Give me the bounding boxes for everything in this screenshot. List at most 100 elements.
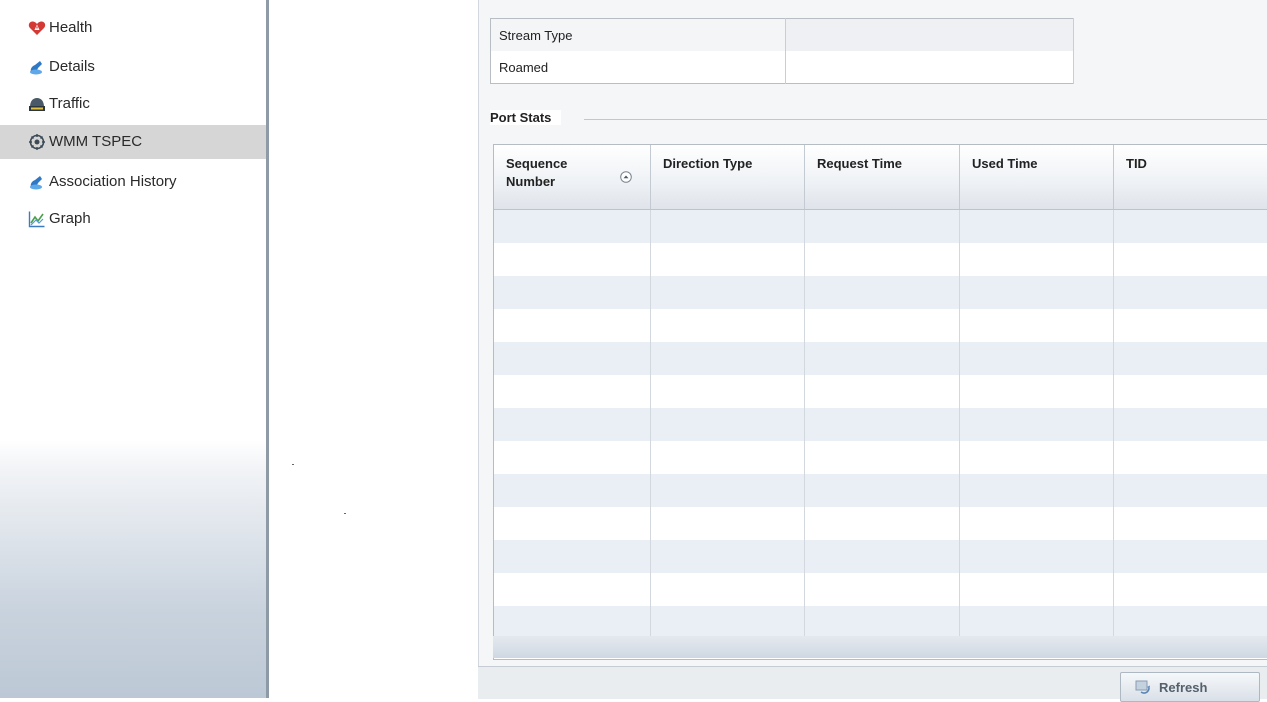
sort-ascending-icon[interactable] xyxy=(620,171,632,183)
column-header-sequence-number[interactable]: Sequence Number xyxy=(494,145,651,209)
table-cell xyxy=(651,540,805,573)
sidebar-nav: Health Details Traffic WMM TSPEC Associa… xyxy=(0,0,269,698)
empty-table-row xyxy=(494,243,1267,276)
table-cell xyxy=(651,342,805,375)
column-header-tid[interactable]: TID xyxy=(1114,145,1267,209)
grid-scroll-area xyxy=(493,636,1267,658)
column-header-direction-type[interactable]: Direction Type xyxy=(651,145,805,209)
sidebar-item-label: Health xyxy=(49,19,93,36)
refresh-label: Refresh xyxy=(1159,679,1208,695)
port-stats-grid: Sequence Number Direction Type Request T… xyxy=(493,144,1267,660)
artifact-dot xyxy=(292,464,294,465)
sidebar-item-details[interactable]: Details xyxy=(28,53,95,81)
table-cell xyxy=(805,276,960,309)
association-history-icon xyxy=(28,173,46,191)
traffic-icon xyxy=(28,95,46,113)
table-cell xyxy=(1114,210,1267,243)
sidebar-item-association-history[interactable]: Association History xyxy=(28,168,177,196)
info-label: Stream Type xyxy=(490,18,786,51)
port-stats-title: Port Stats xyxy=(490,110,562,125)
table-cell xyxy=(494,507,651,540)
table-cell xyxy=(960,474,1114,507)
sidebar-item-label: WMM TSPEC xyxy=(49,133,143,150)
table-cell xyxy=(651,606,805,639)
info-value xyxy=(785,51,1074,84)
empty-table-row xyxy=(494,573,1267,606)
empty-table-row xyxy=(494,540,1267,573)
table-cell xyxy=(805,243,960,276)
refresh-icon xyxy=(1135,679,1151,695)
column-header-request-time[interactable]: Request Time xyxy=(805,145,960,209)
table-cell xyxy=(1114,573,1267,606)
details-icon xyxy=(28,58,46,76)
table-cell xyxy=(494,408,651,441)
table-cell xyxy=(805,309,960,342)
table-cell xyxy=(1114,342,1267,375)
table-cell xyxy=(1114,243,1267,276)
sidebar-item-label: Graph xyxy=(49,210,91,227)
table-cell xyxy=(494,474,651,507)
artifact-dot xyxy=(344,513,346,514)
column-header-label: Sequence Number xyxy=(506,156,568,189)
table-cell xyxy=(805,210,960,243)
table-cell xyxy=(651,243,805,276)
table-cell xyxy=(805,375,960,408)
empty-table-row xyxy=(494,375,1267,408)
graph-icon xyxy=(28,210,46,228)
table-cell xyxy=(494,243,651,276)
empty-table-row xyxy=(494,441,1267,474)
table-cell xyxy=(651,573,805,606)
table-cell xyxy=(651,210,805,243)
info-label: Roamed xyxy=(490,51,786,84)
table-cell xyxy=(1114,441,1267,474)
empty-table-row xyxy=(494,606,1267,639)
sidebar-item-health[interactable]: Health xyxy=(28,14,92,42)
sidebar-item-traffic[interactable]: Traffic xyxy=(28,90,90,118)
table-cell xyxy=(651,441,805,474)
table-cell xyxy=(651,375,805,408)
empty-table-row xyxy=(494,210,1267,243)
table-cell xyxy=(494,573,651,606)
sidebar-item-wmm-tspec[interactable]: WMM TSPEC xyxy=(0,125,266,159)
table-cell xyxy=(1114,375,1267,408)
wmm-tspec-icon xyxy=(28,133,46,151)
table-cell xyxy=(960,441,1114,474)
table-cell xyxy=(960,606,1114,639)
section-divider xyxy=(584,119,1267,120)
empty-table-row xyxy=(494,342,1267,375)
table-cell xyxy=(805,408,960,441)
table-cell xyxy=(651,474,805,507)
table-cell xyxy=(494,309,651,342)
table-cell xyxy=(494,441,651,474)
table-cell xyxy=(960,210,1114,243)
table-cell xyxy=(960,540,1114,573)
table-cell xyxy=(805,540,960,573)
table-cell xyxy=(960,276,1114,309)
sidebar-item-label: Traffic xyxy=(49,95,90,112)
sidebar-item-graph[interactable]: Graph xyxy=(28,205,91,233)
empty-table-row xyxy=(494,507,1267,540)
table-cell xyxy=(805,606,960,639)
table-cell xyxy=(1114,540,1267,573)
table-cell xyxy=(1114,606,1267,639)
empty-table-row xyxy=(494,408,1267,441)
stream-info-table: Stream Type Roamed xyxy=(490,18,1074,84)
table-cell xyxy=(1114,408,1267,441)
table-cell xyxy=(651,408,805,441)
empty-table-row xyxy=(494,474,1267,507)
table-cell xyxy=(494,342,651,375)
table-cell xyxy=(494,210,651,243)
health-heart-icon xyxy=(28,19,46,37)
table-cell xyxy=(651,276,805,309)
table-cell xyxy=(805,507,960,540)
info-row-roamed: Roamed xyxy=(490,51,1074,84)
table-cell xyxy=(960,375,1114,408)
grid-header: Sequence Number Direction Type Request T… xyxy=(494,145,1267,210)
table-cell xyxy=(494,606,651,639)
table-cell xyxy=(805,573,960,606)
column-header-used-time[interactable]: Used Time xyxy=(960,145,1114,209)
sidebar-item-label: Association History xyxy=(49,173,177,190)
table-cell xyxy=(651,309,805,342)
table-cell xyxy=(494,540,651,573)
table-cell xyxy=(1114,276,1267,309)
